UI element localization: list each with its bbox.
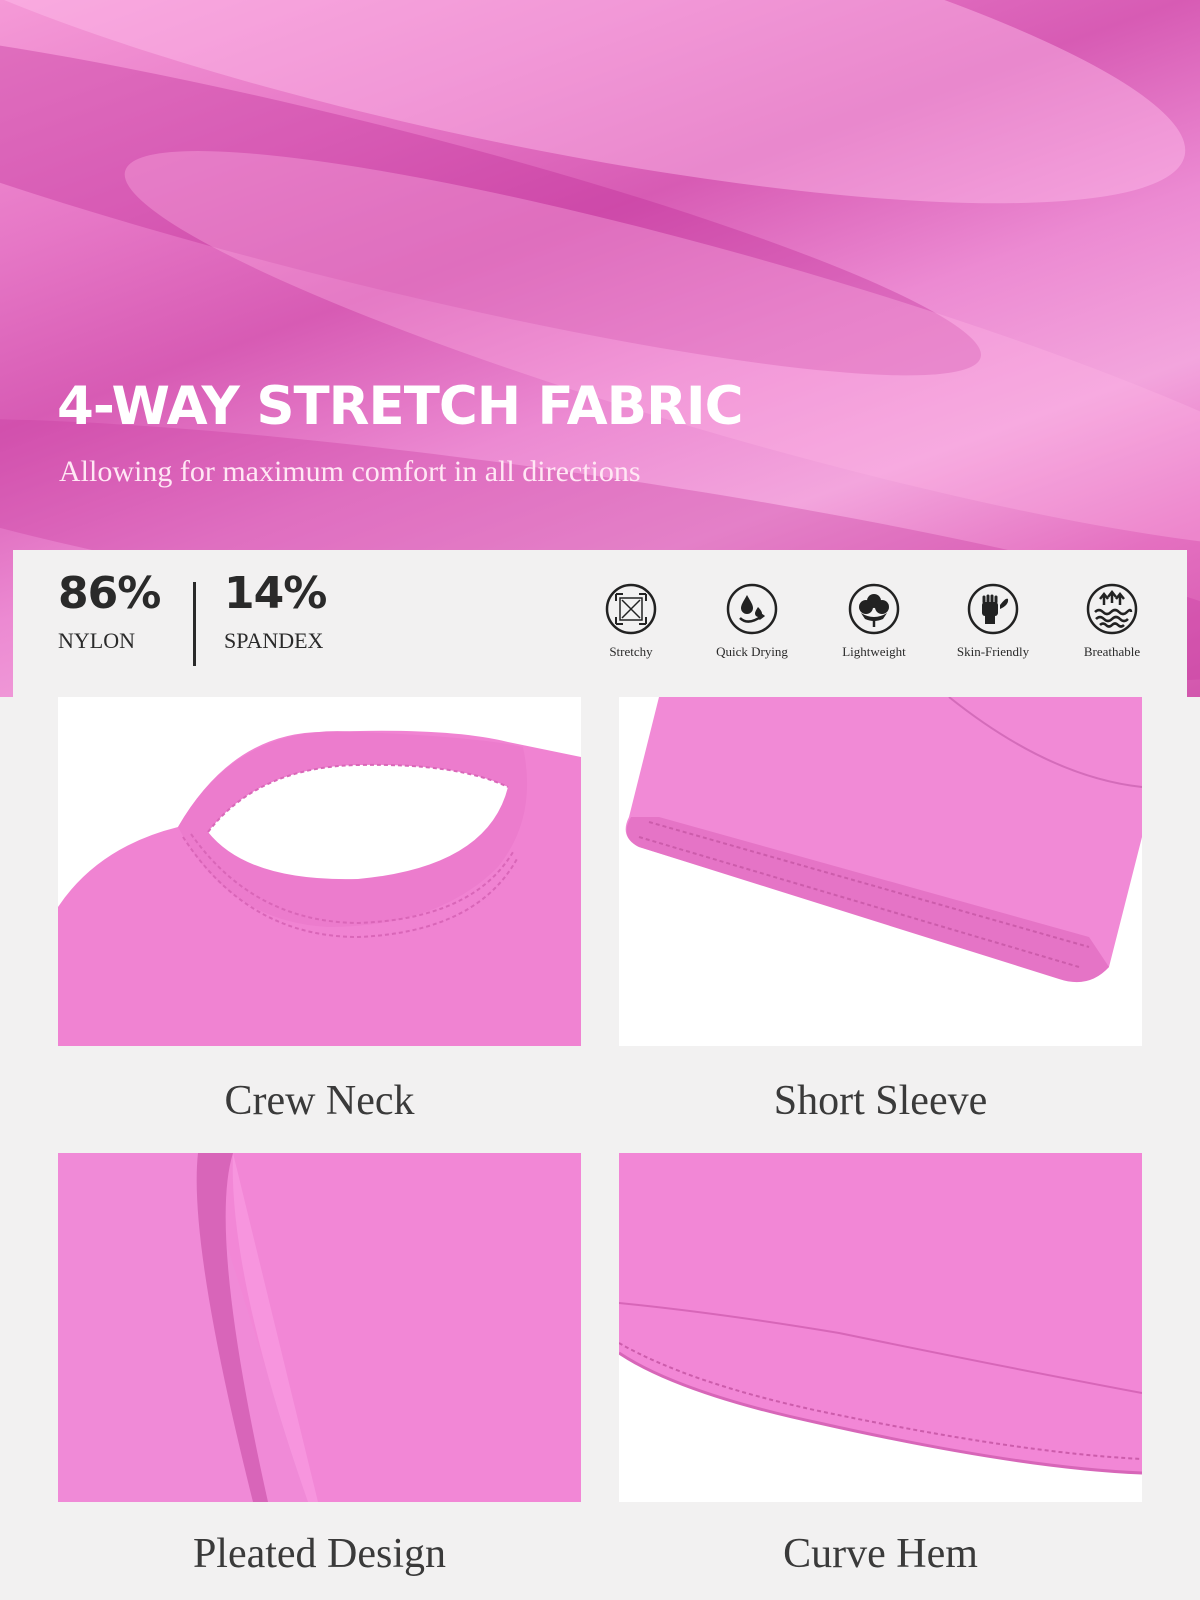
- detail-photo-pleated-design: [58, 1153, 581, 1502]
- feature-lightweight: Lightweight: [819, 583, 929, 658]
- hand-leaf-icon: [967, 583, 1019, 635]
- caption-crew-neck: Crew Neck: [224, 1078, 415, 1124]
- feature-label: Breathable: [1083, 644, 1141, 659]
- feature-skin-friendly: Skin-Friendly: [938, 583, 1048, 658]
- caption-curve-hem: Curve Hem: [783, 1531, 978, 1577]
- feature-quick-drying: Quick Drying: [697, 583, 807, 658]
- feature-label: Quick Drying: [716, 644, 788, 659]
- air-waves-icon: [1086, 583, 1138, 635]
- composition-material: NYLON: [58, 628, 135, 653]
- caption-short-sleeve: Short Sleeve: [773, 1078, 988, 1124]
- composition-nylon: 86% NYLON: [58, 568, 161, 653]
- detail-photo-short-sleeve: [619, 697, 1142, 1046]
- caption-pleated-design: Pleated Design: [192, 1531, 447, 1577]
- composition-material: SPANDEX: [224, 628, 324, 653]
- hero-title: 4-WAY STRETCH FABRIC: [57, 376, 744, 437]
- composition-percent: 86%: [58, 568, 161, 619]
- detail-photo-curve-hem: [619, 1153, 1142, 1502]
- feature-label: Skin-Friendly: [956, 644, 1030, 659]
- detail-photo-crew-neck: [58, 697, 581, 1046]
- composition-percent: 14%: [224, 568, 327, 619]
- composition-spandex: 14% SPANDEX: [224, 568, 327, 653]
- spec-panel: 86% NYLON 14% SPANDEX Stretchy Quick Dry…: [13, 550, 1187, 698]
- hero-subtitle: Allowing for maximum comfort in all dire…: [59, 455, 641, 488]
- composition-divider: [193, 582, 196, 666]
- feature-label: Lightweight: [842, 644, 906, 659]
- feature-breathable: Breathable: [1057, 583, 1167, 658]
- cotton-flower-icon: [848, 583, 900, 635]
- stretch-arrows-icon: [605, 583, 657, 635]
- feature-stretchy: Stretchy: [576, 583, 686, 658]
- water-drops-icon: [726, 583, 778, 635]
- feature-label: Stretchy: [609, 644, 653, 659]
